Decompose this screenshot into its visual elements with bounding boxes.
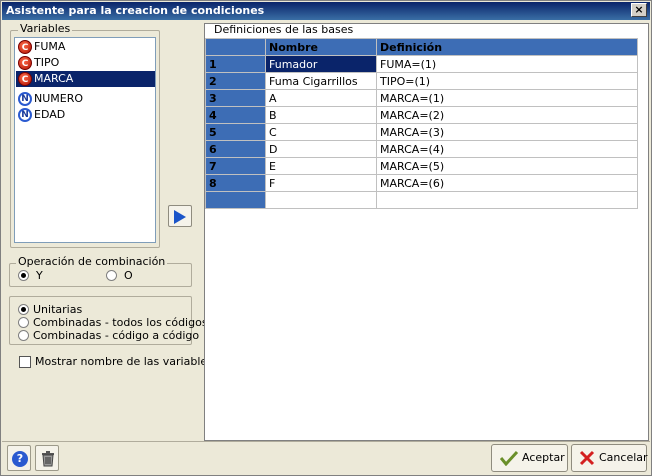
radio-o-label: O bbox=[124, 269, 133, 282]
variable-item-fuma[interactable]: C FUMA bbox=[16, 39, 155, 55]
table-row[interactable]: 1 Fumador FUMA=(1) bbox=[205, 55, 638, 73]
close-button[interactable]: × bbox=[631, 3, 647, 17]
row-nombre[interactable]: C bbox=[265, 123, 377, 141]
radio-o[interactable] bbox=[106, 270, 117, 281]
cancelar-label: Cancelar bbox=[599, 451, 648, 464]
row-number: 5 bbox=[205, 123, 266, 141]
row-nombre[interactable] bbox=[265, 191, 377, 209]
variable-item-numero[interactable]: N NUMERO bbox=[16, 91, 155, 107]
trash-icon bbox=[42, 451, 54, 467]
variable-item-edad[interactable]: N EDAD bbox=[16, 107, 155, 123]
radio-unitarias[interactable] bbox=[18, 304, 29, 315]
table-row[interactable]: 3 A MARCA=(1) bbox=[205, 89, 638, 107]
row-definicion[interactable]: TIPO=(1) bbox=[376, 72, 638, 90]
title-bar: Asistente para la creacion de condicione… bbox=[2, 2, 650, 20]
variable-label: FUMA bbox=[34, 40, 66, 53]
row-nombre[interactable]: Fumador bbox=[265, 55, 377, 73]
checkmark-icon bbox=[500, 450, 518, 466]
variable-label: MARCA bbox=[34, 72, 74, 85]
row-definicion[interactable]: MARCA=(2) bbox=[376, 106, 638, 124]
numeric-icon: N bbox=[18, 108, 32, 122]
row-number: 3 bbox=[205, 89, 266, 107]
row-number: 6 bbox=[205, 140, 266, 158]
row-definicion[interactable] bbox=[376, 191, 638, 209]
radio-combinadas-codigo-label: Combinadas - código a código bbox=[33, 329, 200, 342]
play-arrow-icon bbox=[174, 210, 186, 224]
row-nombre[interactable]: A bbox=[265, 89, 377, 107]
row-definicion[interactable]: MARCA=(1) bbox=[376, 89, 638, 107]
radio-combinadas-todos[interactable] bbox=[18, 317, 29, 328]
table-row[interactable]: 4 B MARCA=(2) bbox=[205, 106, 638, 124]
row-nombre[interactable]: F bbox=[265, 174, 377, 192]
row-nombre[interactable]: B bbox=[265, 106, 377, 124]
delete-button[interactable] bbox=[35, 445, 59, 471]
row-number: 8 bbox=[205, 174, 266, 192]
row-number: 1 bbox=[205, 55, 266, 73]
row-definicion[interactable]: MARCA=(5) bbox=[376, 157, 638, 175]
variable-label: EDAD bbox=[34, 108, 66, 121]
variables-label: Variables bbox=[18, 22, 73, 35]
table-row[interactable]: 2 Fuma Cigarrillos TIPO=(1) bbox=[205, 72, 638, 90]
table-row[interactable]: 6 D MARCA=(4) bbox=[205, 140, 638, 158]
definitions-label: Definiciones de las bases bbox=[212, 23, 356, 36]
numeric-icon: N bbox=[18, 92, 32, 106]
row-definicion[interactable]: FUMA=(1) bbox=[376, 55, 638, 73]
row-number: 7 bbox=[205, 157, 266, 175]
show-names-label: Mostrar nombre de las variables bbox=[35, 355, 213, 368]
row-nombre[interactable]: E bbox=[265, 157, 377, 175]
variable-item-marca[interactable]: C MARCA bbox=[16, 71, 155, 87]
cancel-x-icon bbox=[579, 450, 595, 466]
radio-combinadas-codigo[interactable] bbox=[18, 330, 29, 341]
radio-combinadas-todos-label: Combinadas - todos los códigos bbox=[33, 316, 208, 329]
variable-label: NUMERO bbox=[34, 92, 84, 105]
table-header-row: Nombre Definición bbox=[205, 38, 638, 56]
categorical-icon: C bbox=[18, 40, 32, 54]
header-index bbox=[205, 38, 266, 56]
table-row[interactable]: 8 F MARCA=(6) bbox=[205, 174, 638, 192]
row-definicion[interactable]: MARCA=(6) bbox=[376, 174, 638, 192]
help-button[interactable]: ? bbox=[7, 445, 31, 471]
radio-y[interactable] bbox=[18, 270, 29, 281]
row-number: 2 bbox=[205, 72, 266, 90]
table-row[interactable]: 5 C MARCA=(3) bbox=[205, 123, 638, 141]
table-row-empty[interactable] bbox=[205, 191, 638, 209]
header-nombre: Nombre bbox=[265, 38, 377, 56]
add-definition-button[interactable] bbox=[168, 205, 192, 227]
categorical-icon: C bbox=[18, 56, 32, 70]
row-nombre[interactable]: D bbox=[265, 140, 377, 158]
row-nombre[interactable]: Fuma Cigarrillos bbox=[265, 72, 377, 90]
window-title: Asistente para la creacion de condicione… bbox=[6, 4, 265, 17]
row-number: 4 bbox=[205, 106, 266, 124]
variable-item-tipo[interactable]: C TIPO bbox=[16, 55, 155, 71]
cancelar-button[interactable]: Cancelar bbox=[571, 444, 648, 472]
definitions-table: Nombre Definición 1 Fumador FUMA=(1) 2 Fuma… bbox=[205, 38, 638, 209]
radio-y-label: Y bbox=[36, 269, 43, 282]
show-names-checkbox[interactable] bbox=[19, 356, 31, 368]
row-definicion[interactable]: MARCA=(4) bbox=[376, 140, 638, 158]
radio-unitarias-label: Unitarias bbox=[33, 303, 83, 316]
aceptar-label: Aceptar bbox=[522, 451, 565, 464]
combination-label: Operación de combinación bbox=[16, 255, 168, 268]
variables-list[interactable]: C FUMA C TIPO C MARCA N NUMERO N EDAD bbox=[14, 37, 156, 243]
variable-label: TIPO bbox=[34, 56, 60, 69]
dialog-window: Asistente para la creacion de condicione… bbox=[0, 0, 652, 476]
header-definicion: Definición bbox=[376, 38, 638, 56]
table-row[interactable]: 7 E MARCA=(5) bbox=[205, 157, 638, 175]
categorical-icon: C bbox=[18, 72, 32, 86]
help-icon: ? bbox=[12, 451, 28, 467]
aceptar-button[interactable]: Aceptar bbox=[491, 444, 568, 472]
row-number bbox=[205, 191, 266, 209]
row-definicion[interactable]: MARCA=(3) bbox=[376, 123, 638, 141]
